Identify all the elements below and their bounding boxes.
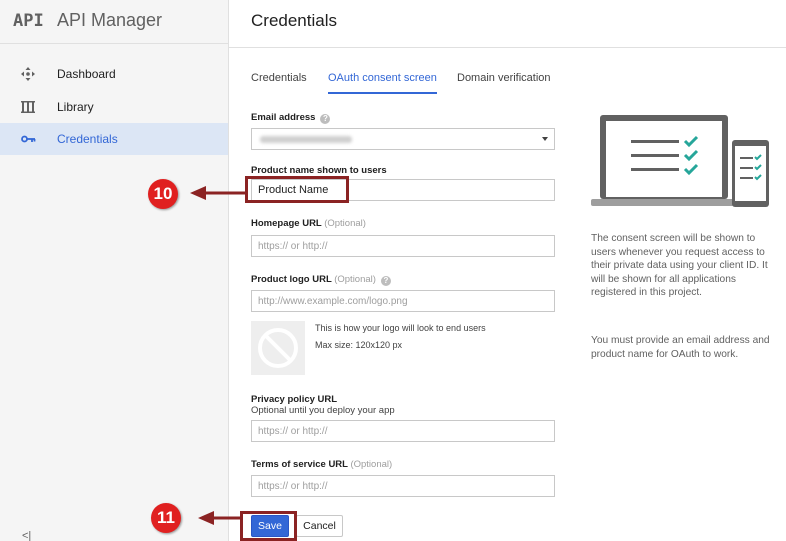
redacted-email (260, 136, 352, 143)
consent-screen-illustration (591, 115, 769, 207)
logo-preview-note: This is how your logo will look to end u… (315, 323, 486, 333)
tab-credentials[interactable]: Credentials (251, 72, 307, 94)
sidebar-item-label: Credentials (57, 132, 118, 146)
dashboard-icon (21, 67, 35, 81)
help-icon[interactable]: ? (320, 114, 331, 124)
privacy-policy-input[interactable]: https:// or http:// (251, 420, 555, 442)
homepage-url-label-text: Homepage URL (251, 218, 322, 229)
sidebar: API API Manager Dashboard Library Creden… (0, 0, 229, 541)
email-label-text: Email address (251, 112, 316, 123)
sidebar-item-label: Library (57, 100, 94, 114)
email-select[interactable] (251, 128, 555, 150)
optional-tag: (Optional) (324, 218, 366, 229)
sidebar-item-label: Dashboard (57, 67, 116, 81)
sidebar-item-library[interactable]: Library (0, 91, 228, 123)
terms-label-text: Terms of service URL (251, 459, 348, 470)
homepage-url-input[interactable]: https:// or http:// (251, 235, 555, 257)
oauth-requirement-note: You must provide an email address and pr… (591, 335, 770, 360)
consent-screen-description: The consent screen will be shown to user… (591, 233, 768, 299)
privacy-policy-label: Privacy policy URL (251, 394, 338, 405)
tab-oauth-consent-screen[interactable]: OAuth consent screen (328, 72, 437, 94)
help-icon[interactable]: ? (380, 276, 391, 286)
cancel-button[interactable]: Cancel (296, 515, 343, 537)
sidebar-item-credentials[interactable]: Credentials (0, 123, 228, 155)
api-logo: API (13, 11, 44, 31)
collapse-sidebar-icon[interactable]: <| (22, 530, 31, 541)
highlight-product-name (245, 176, 349, 203)
product-name-label: Product name shown to users (251, 165, 387, 176)
step-callout-10: 10 (148, 179, 178, 209)
logo-url-label: Product logo URL (Optional)? (251, 274, 391, 286)
logo-size-note: Max size: 120x120 px (315, 340, 403, 350)
logo-url-label-text: Product logo URL (251, 274, 332, 285)
brand-bar: API API Manager (0, 0, 229, 44)
no-image-icon (258, 328, 298, 368)
tab-domain-verification[interactable]: Domain verification (457, 72, 551, 94)
library-icon (21, 101, 35, 113)
step-callout-11: 11 (151, 503, 181, 533)
privacy-policy-sublabel: Optional until you deploy your app (251, 405, 395, 416)
optional-tag: (Optional) (334, 274, 376, 285)
sidebar-item-dashboard[interactable]: Dashboard (0, 58, 228, 90)
app-name[interactable]: API Manager (57, 10, 162, 31)
highlight-save-button (240, 511, 297, 541)
homepage-url-label: Homepage URL (Optional) (251, 218, 366, 229)
page-header: Credentials (229, 0, 786, 48)
arrow-left-icon (198, 511, 243, 525)
logo-preview (251, 321, 305, 375)
terms-of-service-input[interactable]: https:// or http:// (251, 475, 555, 497)
optional-tag: (Optional) (350, 459, 393, 470)
page-title: Credentials (251, 11, 337, 30)
chevron-down-icon (542, 137, 548, 141)
email-label: Email address? (251, 112, 331, 124)
arrow-left-icon (190, 186, 245, 200)
logo-url-input[interactable]: http://www.example.com/logo.png (251, 290, 555, 312)
terms-of-service-label: Terms of service URL (Optional) (251, 459, 392, 470)
key-icon (21, 135, 36, 143)
